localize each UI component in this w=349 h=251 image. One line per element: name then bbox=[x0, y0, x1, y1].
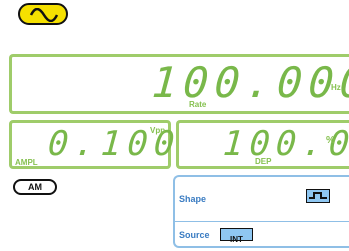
source-row[interactable]: Source INT bbox=[175, 223, 349, 248]
dep-label: DEP bbox=[255, 157, 272, 166]
rate-value: 100.000 bbox=[150, 58, 349, 107]
settings-divider bbox=[173, 221, 349, 222]
ampl-panel[interactable]: 0.100 Vpp AMPL bbox=[9, 120, 182, 169]
sine-wave-icon bbox=[29, 8, 59, 22]
rate-label: Rate bbox=[189, 100, 207, 109]
ampl-label: AMPL bbox=[15, 158, 38, 167]
am-mode-button[interactable]: AM bbox=[13, 179, 57, 195]
ampl-unit: Vpp bbox=[150, 126, 166, 135]
shape-label: Shape bbox=[179, 194, 207, 204]
square-wave-icon bbox=[309, 192, 327, 199]
source-value: INT bbox=[230, 235, 243, 244]
source-label: Source bbox=[179, 230, 210, 240]
shape-value-badge[interactable] bbox=[306, 189, 330, 203]
dep-panel[interactable]: 100.0 % DEP bbox=[176, 120, 349, 169]
shape-row[interactable]: Shape bbox=[175, 177, 349, 221]
source-value-badge[interactable]: INT bbox=[220, 228, 253, 244]
rate-unit: Hz bbox=[331, 83, 341, 92]
rate-panel[interactable]: 100.000 Hz Rate bbox=[9, 54, 349, 114]
dep-unit: % bbox=[326, 135, 335, 146]
waveform-selector-button[interactable] bbox=[18, 3, 68, 25]
